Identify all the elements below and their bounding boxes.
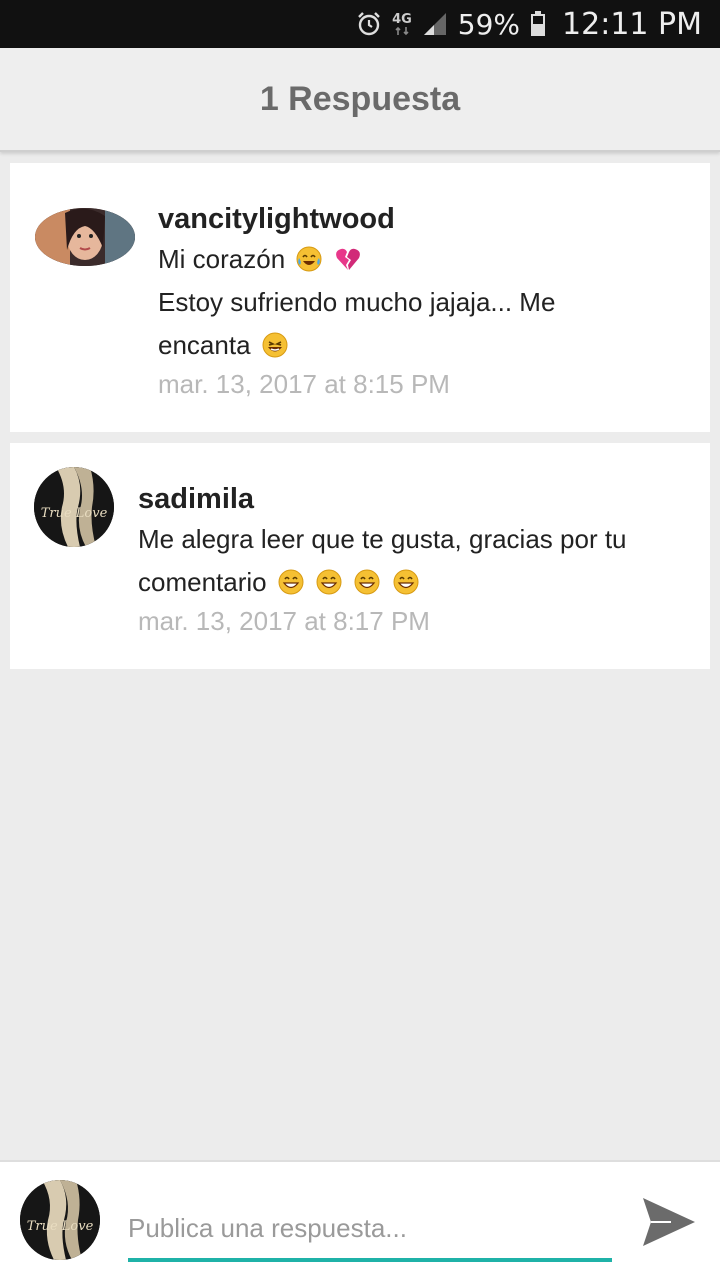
comment-line: Me alegra leer que te gusta, gracias por… bbox=[138, 524, 627, 554]
avatar[interactable] bbox=[35, 208, 135, 266]
comment-card: True Love sadimila Me alegra leer que te… bbox=[10, 443, 710, 669]
battery-percent: 59% bbox=[457, 7, 521, 41]
grinning-emoji-icon bbox=[354, 569, 380, 595]
comment-timestamp: mar. 13, 2017 at 8:17 PM bbox=[138, 606, 430, 636]
status-bar: 4G 59% 12:11 PM bbox=[0, 0, 720, 48]
battery-icon bbox=[530, 11, 546, 37]
crying-laughing-emoji-icon bbox=[296, 246, 322, 272]
network-label: 4G bbox=[392, 11, 412, 27]
header: 1 Respuesta bbox=[0, 48, 720, 152]
network-4g-icon: 4G bbox=[392, 13, 412, 36]
comment-username[interactable]: sadimila bbox=[138, 480, 698, 518]
comment-line: Mi corazón bbox=[158, 238, 698, 281]
comment-text: comentario bbox=[138, 567, 267, 597]
signal-icon bbox=[422, 11, 448, 37]
laughing-emoji-icon bbox=[262, 332, 288, 358]
grinning-emoji-icon bbox=[278, 569, 304, 595]
svg-text:True Love: True Love bbox=[27, 1219, 94, 1234]
page-title: 1 Respuesta bbox=[259, 79, 461, 118]
broken-heart-emoji-icon bbox=[335, 248, 360, 270]
clock: 12:11 PM bbox=[562, 6, 702, 42]
current-user-avatar[interactable]: True Love bbox=[20, 1180, 100, 1260]
comment-line: comentario bbox=[138, 561, 698, 604]
grinning-emoji-icon bbox=[316, 569, 342, 595]
comment-line: encanta bbox=[158, 324, 698, 367]
grinning-emoji-icon bbox=[393, 569, 419, 595]
reply-input[interactable] bbox=[128, 1198, 612, 1262]
comment-line: Estoy sufriendo mucho jajaja... Me bbox=[158, 287, 556, 317]
comment-text: encanta bbox=[158, 330, 251, 360]
comment-username[interactable]: vancitylightwood bbox=[158, 200, 698, 238]
comment-timestamp: mar. 13, 2017 at 8:15 PM bbox=[158, 369, 450, 399]
alarm-icon bbox=[356, 11, 382, 37]
reply-bar: True Love bbox=[0, 1160, 720, 1280]
avatar[interactable]: True Love bbox=[34, 467, 114, 547]
comment-card: vancitylightwood Mi corazón Estoy sufrie… bbox=[10, 163, 710, 432]
send-button[interactable] bbox=[636, 1192, 702, 1252]
comment-text: Mi corazón bbox=[158, 244, 286, 274]
send-icon bbox=[643, 1198, 695, 1246]
svg-text:True Love: True Love bbox=[41, 506, 108, 521]
